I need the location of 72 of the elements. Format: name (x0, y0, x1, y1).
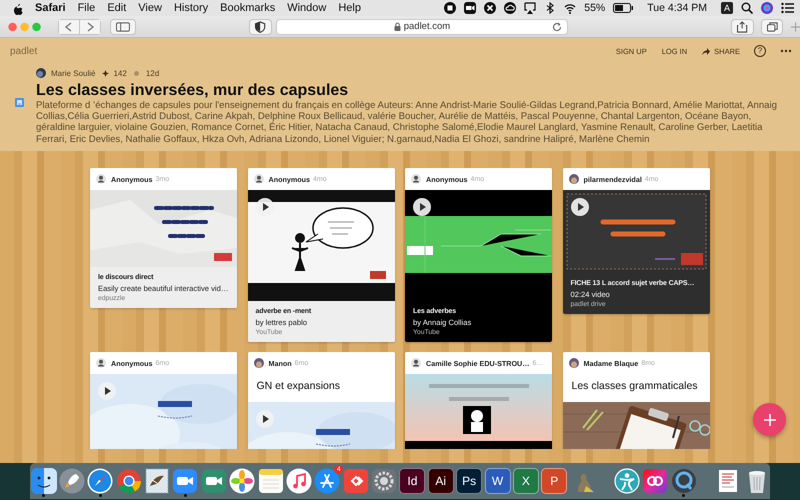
airplay-icon[interactable] (524, 2, 536, 14)
rocket-icon[interactable] (58, 468, 85, 494)
tabs-button[interactable] (760, 18, 783, 34)
compass-icon[interactable] (87, 468, 114, 494)
app-icon[interactable]: Id (399, 468, 426, 494)
app-icon[interactable]: W (484, 468, 510, 494)
battery-icon[interactable] (613, 3, 634, 13)
menu-item[interactable]: Bookmarks (220, 2, 276, 14)
stop-icon[interactable] (444, 2, 456, 14)
shield-button[interactable] (249, 18, 272, 34)
app-icon[interactable]: X (512, 468, 539, 494)
app-store-icon[interactable] (314, 468, 340, 494)
color-wheel-icon[interactable] (116, 468, 142, 494)
separator-dot-icon (134, 70, 139, 76)
clock[interactable]: Tue 4:34 PM (647, 2, 707, 14)
video-camera-icon[interactable] (464, 2, 476, 14)
like-count: 142 (113, 68, 127, 78)
lock-icon (394, 22, 401, 31)
app-icon[interactable]: Ps (456, 468, 482, 494)
post-age: 12d (146, 68, 160, 78)
post-title: Les classes grammaticales (570, 379, 699, 394)
forward-button[interactable] (79, 20, 100, 34)
address-bar[interactable]: padlet.com (276, 18, 568, 34)
plus-icon (764, 414, 776, 426)
gear-icon[interactable] (371, 468, 397, 494)
menu-item[interactable]: View (138, 2, 162, 14)
sidebar-button[interactable] (110, 18, 136, 34)
avatar-icon (36, 68, 46, 78)
share-arrow-icon (702, 48, 710, 54)
figure-icon[interactable] (614, 468, 640, 494)
menu-item[interactable]: Edit (107, 2, 126, 14)
search-icon[interactable] (741, 2, 753, 14)
play-button[interactable] (256, 410, 274, 428)
share-button[interactable] (731, 18, 754, 34)
url-text: padlet.com (404, 21, 450, 32)
menu-item[interactable]: Window (287, 2, 326, 14)
battery-percentage: 55% (584, 2, 606, 14)
list-icon[interactable] (781, 2, 794, 14)
reload-icon[interactable] (552, 22, 562, 32)
app-menu[interactable]: Safari (35, 2, 66, 14)
music-note-icon[interactable] (286, 468, 312, 494)
menu-item[interactable]: File (78, 2, 96, 14)
orb-icon[interactable] (761, 2, 773, 14)
rainbow-tile-icon[interactable] (642, 468, 668, 494)
cross-circle-icon[interactable] (484, 2, 496, 14)
app-icon[interactable]: Ai (428, 468, 454, 494)
author-name[interactable]: Marie Soulié (51, 68, 96, 78)
ring-icon[interactable] (670, 468, 697, 494)
cloud-icon[interactable] (504, 2, 516, 14)
app-icon[interactable]: P (541, 468, 568, 494)
input-source[interactable]: A (720, 2, 733, 14)
flower-icon[interactable] (229, 468, 256, 494)
spark-icon (102, 70, 110, 76)
notepad-icon[interactable] (258, 468, 284, 494)
post-title: GN et expansions (256, 379, 341, 394)
info-badge-icon (15, 98, 24, 107)
more-icon[interactable] (780, 49, 792, 53)
play-button[interactable] (98, 382, 116, 400)
menu-item[interactable]: Help (338, 2, 361, 14)
menu-item[interactable]: History (174, 2, 208, 14)
wall-title: Les classes inversées, mur des capsules (36, 81, 350, 100)
apple-icon[interactable] (12, 2, 23, 14)
wifi-icon[interactable] (564, 2, 576, 14)
bluetooth-icon[interactable] (544, 2, 556, 14)
back-button[interactable] (59, 20, 80, 34)
add-post-button[interactable] (753, 403, 786, 436)
wall-description: Plateforme d ’échanges de capsules pour l'enseignement du français en collège Auteurs: Anne Andrist-Marie Soulié-Gildas Legrand,Patricia Bonnard, Amélie Mariottat, Annaig Collias,Célia Guerrieri,Astrid Dubost, Carine Akpah, Delphine Roux Bellicaud, valérie Boucher, Aurélie de Mattéis, Pascal Pouyenne, Chantal Largenton, Océane Bayon, géraldine larguier, violaine Gouzien, Romance Cornet, Éric Hitier, Natacha Canaud, Christophe Salomé,Elodie Maurel Langlard, Yasmine Renault, Caroline Gerber, Laetitia Ferrari, Eric Devlies, Nathalie Goffaux, Hkza Ovh, Adriana Lizondo, Lionel Viguier; N.garnaud,Nadia El Ghozi, sandrine Halipré, Marlène Chemin (36, 100, 778, 145)
face-icon[interactable] (30, 468, 56, 494)
play-button[interactable] (413, 198, 431, 216)
play-button[interactable] (570, 198, 588, 216)
help-button[interactable]: ? (754, 45, 766, 57)
bird-stamp-icon[interactable] (144, 468, 170, 494)
